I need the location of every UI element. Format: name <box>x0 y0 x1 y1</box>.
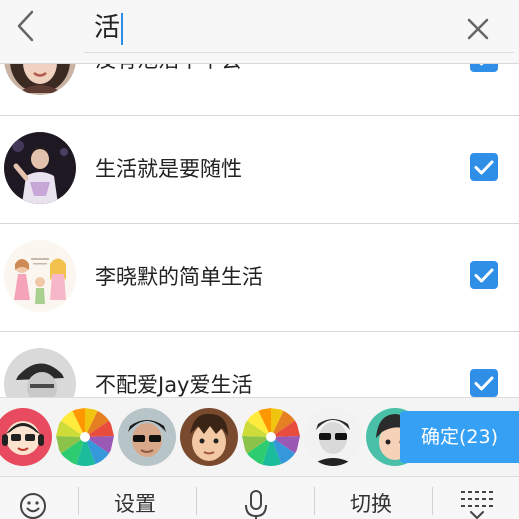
text-cursor <box>121 13 123 45</box>
voice-input-button[interactable] <box>197 477 314 519</box>
chevron-left-icon <box>17 10 34 42</box>
contact-picker-screen: 没有池浩干中会 生活就是要随性 <box>0 0 519 519</box>
checked-checkbox-icon[interactable] <box>470 369 498 397</box>
keyboard-collapse-icon <box>461 491 493 519</box>
switch-label: 切换 <box>350 492 392 516</box>
cartoon-family-avatar <box>4 240 76 312</box>
cartoon-boy-avatar[interactable] <box>180 408 238 466</box>
contact-name: 李晓默的简单生活 <box>95 265 263 289</box>
settings-label: 设置 <box>114 492 156 516</box>
smiley-icon <box>20 493 46 519</box>
confirm-button[interactable]: 确定(23) <box>400 411 519 463</box>
switch-keyboard-button[interactable]: 切换 <box>315 477 432 519</box>
color-pencils-avatar[interactable] <box>242 408 300 466</box>
back-button[interactable] <box>4 6 48 50</box>
microphone-icon <box>245 490 267 519</box>
emoji-button[interactable] <box>0 477 78 519</box>
contact-name: 生活就是要随性 <box>95 157 242 181</box>
clear-search-button[interactable] <box>462 13 494 45</box>
settings-button[interactable]: 设置 <box>79 477 196 519</box>
search-input[interactable]: 活 <box>94 11 120 45</box>
ime-toolbar: 设置 切换 <box>0 476 519 519</box>
contact-row[interactable]: 生活就是要随性 <box>0 116 519 224</box>
close-icon <box>467 18 489 40</box>
contact-name: 不配爱Jay爱生活 <box>95 373 253 397</box>
search-header: 活 <box>0 0 519 64</box>
color-pencils-avatar[interactable] <box>56 408 114 466</box>
search-field[interactable]: 活 <box>84 4 514 53</box>
singer-stage-avatar <box>4 132 76 204</box>
checked-checkbox-icon[interactable] <box>470 261 498 289</box>
contact-row[interactable]: 李晓默的简单生活 <box>0 224 519 332</box>
collapse-keyboard-button[interactable] <box>433 477 519 519</box>
checked-checkbox-icon[interactable] <box>470 153 498 181</box>
boy-sunglasses-avatar[interactable] <box>118 408 176 466</box>
man-sunglasses-avatar[interactable] <box>304 408 362 466</box>
selected-contacts-strip[interactable]: 确定(23) <box>0 397 519 476</box>
cartoon-headphones-avatar[interactable] <box>0 408 52 466</box>
